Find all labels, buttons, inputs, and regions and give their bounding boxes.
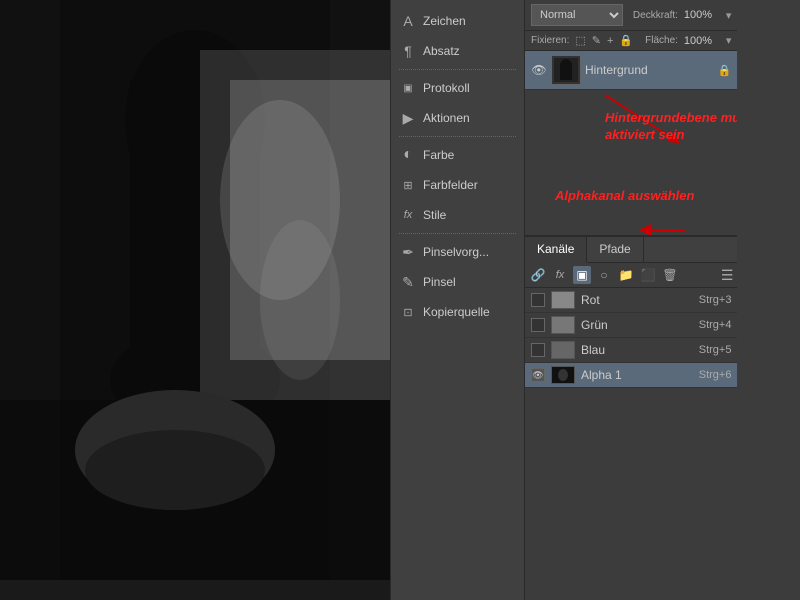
channels-tabs: Kanäle Pfade <box>525 237 737 263</box>
channel-visibility-gruen[interactable] <box>531 318 545 332</box>
tab-kanaele[interactable]: Kanäle <box>525 237 587 263</box>
channel-item-blau[interactable]: Blau Strg+5 <box>525 338 737 363</box>
zeichen-icon: A <box>399 12 417 30</box>
annotation-text-1: Hintergrundebene muss aktiviert sein <box>605 110 737 144</box>
kopierquelle-label: Kopierquelle <box>423 305 490 319</box>
channel-name-alpha1: Alpha 1 <box>581 368 693 382</box>
channels-panel-menu-icon[interactable]: ☰ <box>721 267 734 284</box>
channel-link-icon[interactable]: 🔗 <box>529 266 547 284</box>
pinselvorgaben-label: Pinselvorg... <box>423 245 489 259</box>
stile-label: Stile <box>423 208 446 222</box>
pinsel-icon: ✎ <box>399 273 417 291</box>
channel-selection-icon[interactable]: ▣ <box>573 266 591 284</box>
channel-item-gruen[interactable]: Grün Strg+4 <box>525 313 737 338</box>
zeichen-label: Zeichen <box>423 14 466 28</box>
layer-thumbnail <box>551 55 581 85</box>
fill-dropdown-icon[interactable]: ▾ <box>726 34 732 47</box>
farbfelder-icon: ⊞ <box>399 176 417 194</box>
farbe-icon: ◐ <box>399 146 417 164</box>
channel-visibility-alpha1[interactable]: 👁 <box>531 368 545 382</box>
protokoll-icon: ▣ <box>399 79 417 97</box>
tab-pfade[interactable]: Pfade <box>587 237 643 262</box>
channel-name-gruen: Grün <box>581 318 693 332</box>
panel-item-farbe[interactable]: ◐ Farbe <box>391 140 524 170</box>
channel-circle-icon[interactable]: ○ <box>595 266 613 284</box>
farbfelder-label: Farbfelder <box>423 178 478 192</box>
panel-item-aktionen[interactable]: ▶ Aktionen <box>391 103 524 133</box>
image-canvas-area <box>0 0 390 600</box>
channels-panel: Kanäle Pfade 🔗 fx ▣ ○ 📁 ⬛ 🗑 ☰ Rot Strg+3… <box>525 235 737 388</box>
panel-item-farbfelder[interactable]: ⊞ Farbfelder <box>391 170 524 200</box>
fill-value: 100% <box>684 35 720 47</box>
absatz-icon: ¶ <box>399 42 417 60</box>
protokoll-label: Protokoll <box>423 81 470 95</box>
lock-fill-row: Fixieren: ⬚ ✎ + 🔒 Fläche: 100% ▾ <box>525 31 737 51</box>
fixieren-label: Fixieren: <box>531 35 569 46</box>
channel-item-alpha1[interactable]: 👁 Alpha 1 Strg+6 <box>525 363 737 388</box>
channel-name-blau: Blau <box>581 343 693 357</box>
kopierquelle-icon: ⊡ <box>399 303 417 321</box>
channel-thumb-gruen <box>551 316 575 334</box>
opacity-dropdown-icon[interactable]: ▾ <box>726 9 732 22</box>
channel-name-rot: Rot <box>581 293 693 307</box>
panel-item-zeichen[interactable]: A Zeichen <box>391 6 524 36</box>
layer-lock-icon: 🔒 <box>718 64 732 77</box>
channel-folder-icon[interactable]: 📁 <box>617 266 635 284</box>
aktionen-icon: ▶ <box>399 109 417 127</box>
blend-mode-row: Normal Deckkraft: 100% ▾ <box>525 0 737 31</box>
channel-thumb-blau <box>551 341 575 359</box>
channel-visibility-rot[interactable] <box>531 293 545 307</box>
lock-all-icon[interactable]: 🔒 <box>619 34 633 47</box>
layer-annotation-area: Hintergrundebene muss aktiviert sein <box>525 90 737 180</box>
panel-item-absatz[interactable]: ¶ Absatz <box>391 36 524 66</box>
lock-position-icon[interactable]: + <box>607 35 613 47</box>
annotation-arrow-2 <box>525 180 800 235</box>
stile-icon: fx <box>399 206 417 224</box>
blend-mode-select[interactable]: Normal <box>531 4 623 26</box>
layer-name: Hintergrund <box>585 63 714 77</box>
channel-shortcut-gruen: Strg+4 <box>699 319 732 331</box>
panel-item-pinsel[interactable]: ✎ Pinsel <box>391 267 524 297</box>
channel-delete-icon[interactable]: 🗑 <box>661 266 679 284</box>
panel-item-kopierquelle[interactable]: ⊡ Kopierquelle <box>391 297 524 327</box>
channel-thumb-rot <box>551 291 575 309</box>
absatz-label: Absatz <box>423 44 460 58</box>
channel-square-icon[interactable]: ⬛ <box>639 266 657 284</box>
channels-annotation-area: Alphakanal auswählen <box>525 180 737 235</box>
channel-shortcut-alpha1: Strg+6 <box>699 369 732 381</box>
channel-visibility-blau[interactable] <box>531 343 545 357</box>
panels-list: A Zeichen ¶ Absatz ▣ Protokoll ▶ Aktione… <box>390 0 525 600</box>
farbe-label: Farbe <box>423 148 454 162</box>
layer-visibility-toggle[interactable]: 👁 <box>531 62 547 78</box>
panel-item-pinselvorgaben[interactable]: ✒ Pinselvorg... <box>391 237 524 267</box>
opacity-label: Deckkraft: <box>633 10 678 21</box>
lock-transparent-icon[interactable]: ⬚ <box>575 34 585 47</box>
aktionen-label: Aktionen <box>423 111 470 125</box>
channel-item-rot[interactable]: Rot Strg+3 <box>525 288 737 313</box>
opacity-value: 100% <box>684 9 720 21</box>
fill-label: Fläche: <box>645 35 678 46</box>
panel-item-stile[interactable]: fx Stile <box>391 200 524 230</box>
layer-item-hintergrund[interactable]: 👁 Hintergrund 🔒 <box>525 51 737 90</box>
channel-thumb-alpha1 <box>551 366 575 384</box>
panel-item-protokoll[interactable]: ▣ Protokoll <box>391 73 524 103</box>
channels-toolbar: 🔗 fx ▣ ○ 📁 ⬛ 🗑 ☰ <box>525 263 737 288</box>
channel-shortcut-blau: Strg+5 <box>699 344 732 356</box>
lock-brush-icon[interactable]: ✎ <box>592 34 601 47</box>
channel-shortcut-rot: Strg+3 <box>699 294 732 306</box>
channel-fx-icon[interactable]: fx <box>551 266 569 284</box>
pinsel-label: Pinsel <box>423 275 456 289</box>
right-panel: Normal Deckkraft: 100% ▾ Fixieren: ⬚ ✎ +… <box>525 0 737 600</box>
pinselvorgaben-icon: ✒ <box>399 243 417 261</box>
